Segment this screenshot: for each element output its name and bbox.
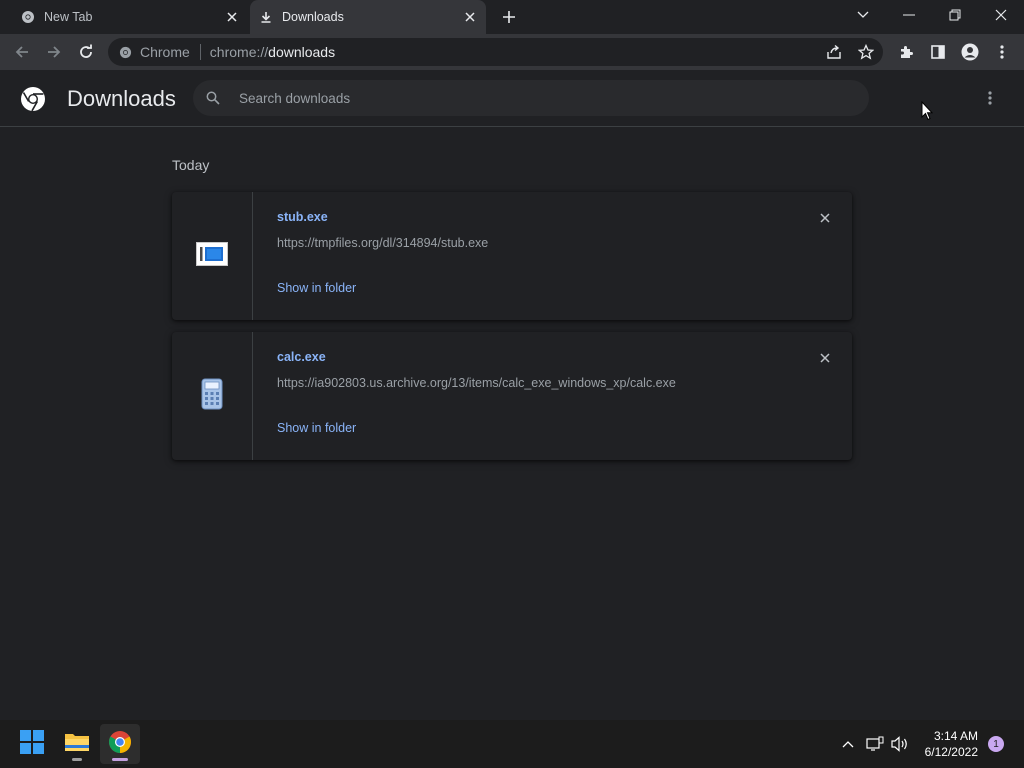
page-title: Downloads — [67, 86, 176, 111]
date-section-label: Today — [172, 157, 210, 173]
clock-time: 3:14 AM — [933, 729, 978, 743]
windows-logo-icon — [20, 729, 44, 759]
chrome-icon — [118, 45, 132, 59]
start-button[interactable] — [12, 724, 52, 764]
mouse-cursor-icon — [921, 100, 934, 126]
address-bar[interactable]: Chrome chrome://downloads — [108, 38, 883, 66]
remove-from-list-icon[interactable] — [817, 210, 833, 226]
active-indicator — [112, 758, 128, 761]
bookmark-star-icon[interactable] — [854, 40, 878, 64]
download-icon — [258, 9, 274, 25]
downloads-header: Downloads — [0, 70, 1024, 127]
extensions-icon[interactable] — [894, 40, 918, 64]
chrome-logo-icon — [20, 86, 46, 112]
file-icon-area — [172, 332, 253, 460]
minimize-button[interactable] — [886, 0, 932, 30]
volume-icon[interactable] — [890, 734, 910, 754]
file-source-url[interactable]: https://tmpfiles.org/dl/314894/stub.exe — [277, 236, 488, 250]
running-indicator — [72, 758, 82, 761]
download-item: stub.exe https://tmpfiles.org/dl/314894/… — [172, 192, 852, 320]
chrome-color-icon — [108, 730, 132, 759]
browser-toolbar: Chrome chrome://downloads — [0, 34, 1024, 70]
tab-strip: New Tab Downloads — [0, 0, 1024, 34]
chrome-menu-icon[interactable] — [990, 40, 1014, 64]
folder-icon — [64, 731, 90, 758]
profile-avatar-icon[interactable] — [958, 40, 982, 64]
forward-button[interactable] — [42, 40, 66, 64]
new-tab-button[interactable] — [500, 8, 518, 26]
file-name-link[interactable]: stub.exe — [277, 210, 328, 224]
tab-downloads[interactable]: Downloads — [250, 0, 486, 34]
taskbar: 3:14 AM 6/12/2022 — [0, 720, 1024, 768]
file-name-link[interactable]: calc.exe — [277, 350, 326, 364]
remove-from-list-icon[interactable] — [817, 350, 833, 366]
close-tab-icon[interactable] — [462, 9, 478, 25]
reload-button[interactable] — [74, 40, 98, 64]
clock-date: 6/12/2022 — [924, 745, 978, 759]
restore-button[interactable] — [932, 0, 978, 30]
side-panel-icon[interactable] — [926, 40, 950, 64]
show-hidden-icons-chevron-icon[interactable] — [838, 734, 858, 754]
search-icon — [205, 90, 221, 106]
share-icon[interactable] — [822, 40, 846, 64]
system-clock[interactable]: 3:14 AM 6/12/2022 — [908, 728, 978, 760]
download-item: calc.exe https://ia902803.us.archive.org… — [172, 332, 852, 460]
tab-new-tab[interactable]: New Tab — [12, 0, 248, 34]
tab-search-chevron-icon[interactable] — [840, 0, 886, 30]
file-source-url[interactable]: https://ia902803.us.archive.org/13/items… — [277, 376, 676, 390]
url-text: chrome://downloads — [209, 44, 336, 60]
notification-badge[interactable]: 1 — [988, 736, 1004, 752]
close-tab-icon[interactable] — [224, 9, 240, 25]
chrome-icon — [20, 9, 36, 25]
back-button[interactable] — [10, 40, 34, 64]
file-icon-area — [172, 192, 253, 320]
show-in-folder-link[interactable]: Show in folder — [277, 421, 356, 435]
search-input[interactable] — [237, 89, 841, 107]
file-explorer-button[interactable] — [57, 724, 97, 764]
network-icon[interactable] — [865, 734, 885, 754]
more-actions-icon[interactable] — [980, 86, 1000, 110]
tab-title: New Tab — [44, 10, 93, 24]
calculator-icon — [201, 378, 223, 415]
tab-title: Downloads — [282, 10, 344, 24]
show-in-folder-link[interactable]: Show in folder — [277, 281, 356, 295]
exe-window-icon — [196, 241, 228, 271]
site-chip: Chrome — [140, 44, 190, 60]
chrome-taskbar-button[interactable] — [100, 724, 140, 764]
divider — [199, 44, 201, 60]
search-box[interactable] — [193, 80, 869, 116]
close-window-button[interactable] — [978, 0, 1024, 30]
